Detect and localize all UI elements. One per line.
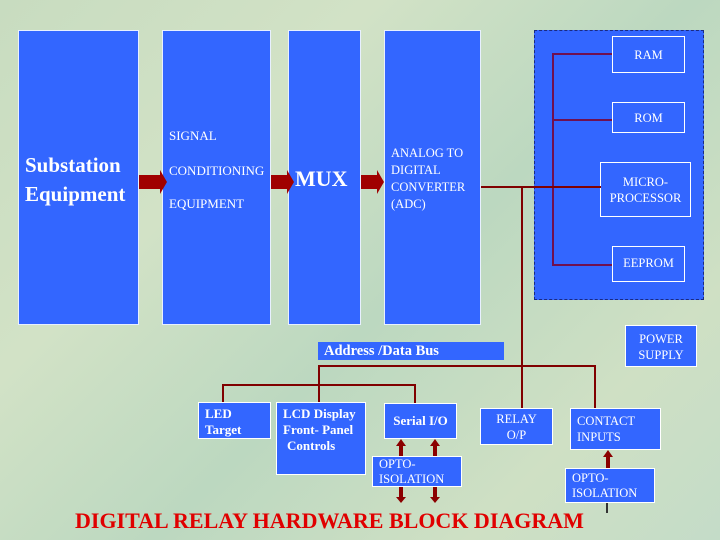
- rom-connector: [552, 119, 615, 121]
- serial-label: Serial I/O: [393, 413, 448, 428]
- eeprom-label: EEPROM: [623, 256, 674, 270]
- rom-label: ROM: [634, 111, 663, 125]
- mux-label: MUX: [295, 166, 348, 191]
- substation-equipment-block: Substation Equipment: [18, 30, 139, 325]
- lcd-display-box: LCD Display Front- Panel Controls: [276, 402, 366, 475]
- lcd-label-1: LCD Display: [283, 406, 356, 421]
- eeprom-connector: [552, 264, 615, 266]
- signal-conditioning-block: SIGNAL CONDITIONING EQUIPMENT: [162, 30, 271, 325]
- eeprom-box: EEPROM: [612, 246, 685, 282]
- adc-relay-vertical: [521, 186, 523, 410]
- opto-to-contact-arrow: [603, 450, 613, 468]
- opto2-label-1: OPTO-: [572, 471, 609, 485]
- bus-line-upper: [318, 365, 594, 367]
- adc-label-1: ANALOG TO: [391, 146, 464, 160]
- lcd-label-3: Controls: [287, 438, 336, 453]
- lcd-label-2: Front- Panel: [283, 422, 354, 437]
- opto1-label-1: OPTO-: [379, 457, 416, 471]
- led-label-1: LED: [205, 406, 232, 421]
- lcd-connector: [318, 365, 320, 404]
- serial-connector: [414, 384, 416, 404]
- rom-box: ROM: [612, 102, 685, 133]
- relay-op-box: RELAY O/P: [480, 408, 553, 445]
- serial-io-box: Serial I/O: [384, 403, 457, 439]
- power-label-2: SUPPLY: [638, 348, 684, 362]
- ram-connector: [552, 53, 615, 55]
- arrow-mux-to-adc: [361, 170, 384, 194]
- adc-micro-connector: [481, 186, 601, 188]
- contact-inputs-box: CONTACT INPUTS: [570, 408, 661, 450]
- opto2-bottom-line: [606, 503, 608, 513]
- microprocessor-box: MICRO- PROCESSOR: [600, 162, 691, 217]
- ram-label: RAM: [634, 48, 663, 62]
- signal-label-1: SIGNAL: [169, 128, 217, 143]
- relay-label-1: RELAY: [496, 412, 537, 426]
- bus-label: Address /Data Bus: [324, 343, 439, 359]
- led-connector: [222, 384, 224, 404]
- led-label-2: Target: [205, 422, 242, 437]
- contact-label-1: CONTACT: [577, 414, 636, 428]
- substation-label-2: Equipment: [25, 182, 126, 206]
- diagram-title: DIGITAL RELAY HARDWARE BLOCK DIAGRAM: [75, 508, 584, 533]
- opto-isolation-box-2: OPTO- ISOLATION: [565, 468, 655, 503]
- micro-label-1: MICRO-: [622, 175, 669, 189]
- adc-label-4: (ADC): [391, 197, 426, 211]
- led-target-box: LED Target: [198, 402, 271, 439]
- contact-connector: [594, 365, 596, 409]
- relay-label-2: O/P: [506, 428, 527, 442]
- ram-box: RAM: [612, 36, 685, 73]
- internal-bus-vertical: [552, 53, 554, 265]
- opto-isolation-box-1: OPTO- ISOLATION: [372, 456, 462, 487]
- adc-label-3: CONVERTER: [391, 180, 466, 194]
- power-supply-box: POWER SUPPLY: [625, 325, 697, 367]
- substation-label-1: Substation: [25, 153, 121, 177]
- contact-label-2: INPUTS: [577, 430, 621, 444]
- power-label-1: POWER: [639, 332, 683, 346]
- mux-block: MUX: [288, 30, 361, 325]
- adc-label-2: DIGITAL: [391, 163, 441, 177]
- opto2-label-2: ISOLATION: [572, 486, 638, 500]
- micro-label-2: PROCESSOR: [609, 191, 682, 205]
- signal-label-3: EQUIPMENT: [169, 196, 245, 211]
- address-data-bus: Address /Data Bus: [318, 342, 504, 360]
- adc-block: ANALOG TO DIGITAL CONVERTER (ADC): [384, 30, 481, 325]
- opto1-label-2: ISOLATION: [379, 472, 445, 486]
- signal-label-2: CONDITIONING: [169, 163, 265, 178]
